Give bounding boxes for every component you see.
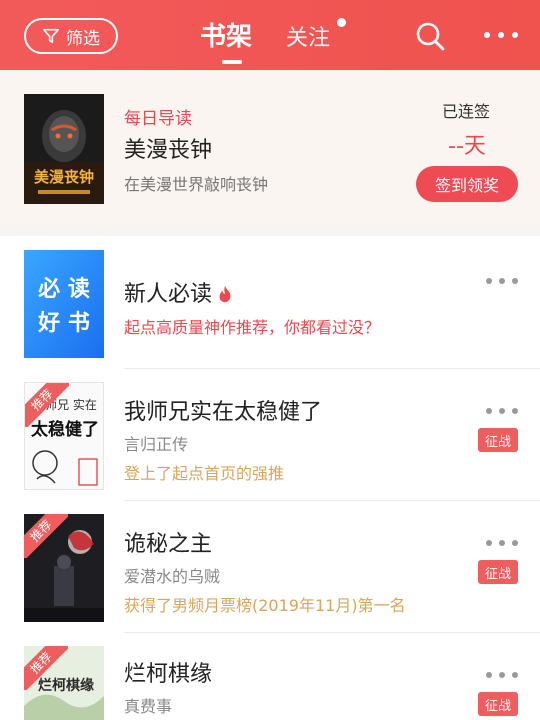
- book-title-text: 新人必读: [124, 282, 213, 307]
- item-more-icon[interactable]: [486, 540, 518, 546]
- book-note: 登上了起点首页的强推: [124, 464, 285, 483]
- campaign-badge[interactable]: 征战: [478, 560, 518, 584]
- tab-bookshelf[interactable]: 书架: [200, 16, 252, 53]
- list-divider: [124, 368, 540, 369]
- item-more-icon[interactable]: [486, 278, 518, 284]
- recommend-ribbon: 推荐: [25, 383, 69, 427]
- book-cover-daily[interactable]: 美漫丧钟: [24, 94, 104, 204]
- streak-value: --天: [448, 134, 486, 159]
- book-author: 真费事: [124, 697, 173, 716]
- book-note: 获得了男频月票榜(2019年11月)第一名: [124, 596, 406, 615]
- notification-dot: [337, 18, 346, 27]
- tab-follow[interactable]: 关注: [286, 20, 330, 52]
- campaign-badge[interactable]: 征战: [478, 692, 518, 716]
- daily-book-title[interactable]: 美漫丧钟: [124, 132, 212, 164]
- campaign-badge[interactable]: 征战: [478, 428, 518, 452]
- filter-label: 筛选: [66, 28, 100, 49]
- recommend-ribbon: 推荐: [24, 646, 68, 690]
- top-header: 筛选 书架 关注: [0, 0, 540, 70]
- list-divider: [124, 500, 540, 501]
- book-cover-must-read[interactable]: 必 读 好 书: [24, 250, 104, 358]
- book-note: 起点高质量神作推荐，你都看过没？: [124, 318, 381, 337]
- section-gap: [0, 226, 540, 236]
- recommend-ribbon: 推荐: [24, 514, 68, 558]
- book-title[interactable]: 烂柯棋缘: [124, 656, 212, 688]
- book-author: 言归正传: [124, 435, 189, 454]
- book-cover-senior-brother[interactable]: 师兄 实在 太稳健了 推荐: [24, 382, 104, 490]
- streak-label: 已连签: [442, 102, 491, 121]
- book-cover-lanke-qiyuan[interactable]: 烂柯棋缘 推荐: [24, 646, 104, 720]
- filter-button[interactable]: 筛选: [24, 18, 118, 54]
- book-title[interactable]: 诡秘之主: [124, 526, 212, 558]
- filter-icon: [42, 28, 60, 44]
- cover-title-text: 美漫丧钟: [34, 168, 94, 186]
- cover-line-2: 好 书: [37, 310, 90, 336]
- daily-tag: 每日导读: [124, 109, 192, 129]
- list-divider: [124, 632, 540, 633]
- search-icon[interactable]: [414, 20, 446, 52]
- flame-icon: [219, 285, 231, 303]
- item-more-icon[interactable]: [486, 672, 518, 678]
- active-tab-indicator: [222, 60, 242, 64]
- cover-line-1: 必 读: [38, 276, 90, 302]
- book-author: 爱潜水的乌贼: [124, 567, 221, 586]
- book-title[interactable]: 我师兄实在太稳健了: [124, 394, 322, 426]
- item-more-icon[interactable]: [486, 408, 518, 414]
- more-icon[interactable]: [484, 32, 518, 40]
- checkin-button[interactable]: 签到领奖: [416, 166, 518, 202]
- book-title[interactable]: 新人必读: [124, 276, 234, 308]
- daily-book-desc: 在美漫世界敲响丧钟: [124, 175, 269, 194]
- book-cover-lord-of-mysteries[interactable]: 推荐: [24, 514, 104, 622]
